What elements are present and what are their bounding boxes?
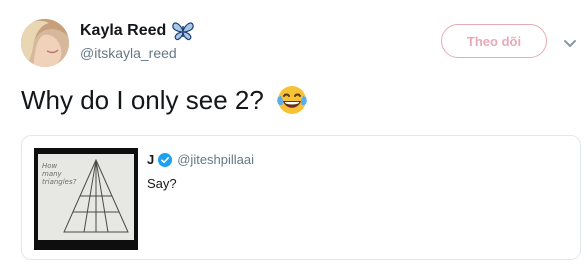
avatar-photo — [21, 19, 69, 67]
svg-text:How: How — [42, 162, 58, 170]
quoted-tweet-text: Say? — [147, 176, 177, 191]
butterfly-icon — [172, 21, 195, 41]
quoted-author[interactable]: J @jiteshpillaai — [147, 152, 254, 167]
avatar[interactable] — [21, 19, 69, 67]
verified-badge-icon — [158, 152, 173, 167]
triangle-puzzle-image: How many triangles? — [34, 148, 138, 250]
author-name[interactable]: Kayla Reed — [80, 21, 195, 41]
quoted-tweet-card[interactable]: How many triangles? J @jiteshpillaai Say… — [21, 135, 581, 260]
follow-button[interactable]: Theo dõi — [441, 24, 547, 58]
quoted-author-name: J — [147, 152, 155, 167]
face-with-tears-of-joy-icon — [276, 84, 308, 116]
svg-text:triangles?: triangles? — [42, 178, 77, 186]
chevron-down-icon[interactable] — [563, 36, 577, 47]
quoted-author-handle: @jiteshpillaai — [177, 152, 255, 167]
author-name-text: Kayla Reed — [80, 22, 167, 39]
author-handle[interactable]: @itskayla_reed — [80, 45, 177, 61]
tweet-text: Why do I only see 2? — [21, 84, 308, 116]
svg-text:many: many — [42, 170, 63, 178]
quoted-tweet-image[interactable]: How many triangles? — [34, 148, 138, 250]
tweet-text-content: Why do I only see 2? — [21, 84, 264, 115]
